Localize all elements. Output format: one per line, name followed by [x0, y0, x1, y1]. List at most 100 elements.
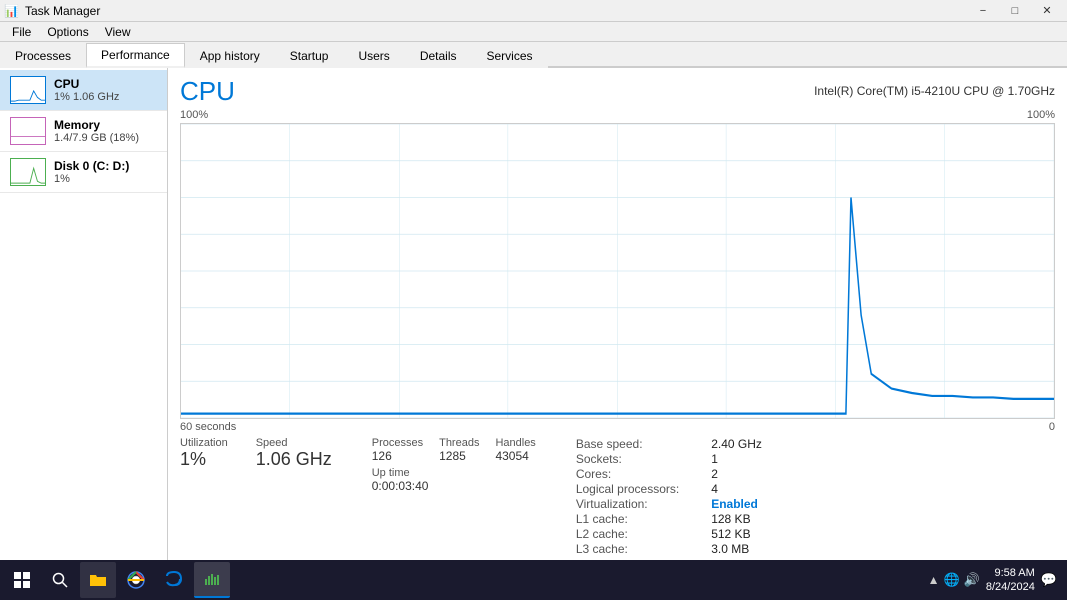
- tab-performance[interactable]: Performance: [86, 43, 185, 68]
- search-button[interactable]: [42, 562, 78, 598]
- sidebar: CPU 1% 1.06 GHz Memory 1.4/7.9 GB (18%): [0, 68, 168, 560]
- utilization-section: Utilization 1%: [180, 437, 228, 470]
- memory-mini-chart: [10, 117, 46, 145]
- title-bar-left: 📊 Task Manager: [4, 4, 100, 18]
- start-button[interactable]: [4, 562, 40, 598]
- virtualization-value: Enabled: [711, 497, 762, 511]
- maximize-button[interactable]: □: [999, 0, 1031, 22]
- speed-label: Speed: [256, 437, 332, 449]
- notification-icon[interactable]: 💬: [1041, 572, 1057, 588]
- sockets-label: Sockets:: [576, 452, 679, 466]
- speed-value: 1.06 GHz: [256, 449, 332, 470]
- processes-section: Processes 126: [372, 437, 423, 463]
- sidebar-disk-text: Disk 0 (C: D:) 1%: [54, 159, 157, 185]
- chrome-button[interactable]: [118, 562, 154, 598]
- l3-cache-label: L3 cache:: [576, 542, 679, 556]
- chart-100-label: 100%: [1027, 109, 1055, 121]
- sockets-value: 1: [711, 452, 762, 466]
- uptime-label: Up time: [372, 467, 536, 479]
- l2-cache-value: 512 KB: [711, 527, 762, 541]
- handles-section: Handles 43054: [495, 437, 535, 463]
- close-button[interactable]: ✕: [1031, 0, 1063, 22]
- taskbar-clock[interactable]: 9:58 AM 8/24/2024: [986, 566, 1035, 595]
- menu-file[interactable]: File: [4, 23, 39, 41]
- menu-options[interactable]: Options: [39, 23, 96, 41]
- speed-section: Speed 1.06 GHz: [256, 437, 332, 470]
- chart-time-label: 60 seconds 0: [180, 421, 1055, 433]
- app-icon: 📊: [4, 4, 19, 18]
- disk-mini-chart: [10, 158, 46, 186]
- sidebar-item-disk[interactable]: Disk 0 (C: D:) 1%: [0, 152, 167, 193]
- clock-time: 9:58 AM: [986, 566, 1035, 580]
- taskbar-left: [4, 562, 230, 598]
- taskbar-system-icons: ▲ 🌐 🔊: [928, 572, 980, 588]
- chevron-up-taskbar-icon[interactable]: ▲: [928, 573, 940, 587]
- cpu-chart: [180, 123, 1055, 419]
- tab-startup[interactable]: Startup: [275, 44, 344, 68]
- logical-processors-value: 4: [711, 482, 762, 496]
- title-bar: 📊 Task Manager − □ ✕: [0, 0, 1067, 22]
- taskbar: ▲ 🌐 🔊 9:58 AM 8/24/2024 💬: [0, 560, 1067, 600]
- tab-bar: Processes Performance App history Startu…: [0, 42, 1067, 68]
- menu-view[interactable]: View: [97, 23, 139, 41]
- uptime-section: Up time 0:00:03:40: [372, 467, 536, 493]
- handles-label: Handles: [495, 437, 535, 449]
- tab-details[interactable]: Details: [405, 44, 472, 68]
- cores-label: Cores:: [576, 467, 679, 481]
- taskmanager-taskbar-button[interactable]: [194, 562, 230, 598]
- l2-cache-label: L2 cache:: [576, 527, 679, 541]
- panel-subtitle: Intel(R) Core(TM) i5-4210U CPU @ 1.70GHz: [814, 84, 1055, 98]
- l1-cache-label: L1 cache:: [576, 512, 679, 526]
- handles-value: 43054: [495, 449, 535, 463]
- network-icon: 🌐: [944, 572, 960, 588]
- chart-label-row: 100% 100%: [180, 109, 1055, 121]
- uptime-value: 0:00:03:40: [372, 479, 536, 493]
- main-content: CPU 1% 1.06 GHz Memory 1.4/7.9 GB (18%): [0, 68, 1067, 560]
- utilization-value: 1%: [180, 449, 228, 470]
- sidebar-item-memory[interactable]: Memory 1.4/7.9 GB (18%): [0, 111, 167, 152]
- stats-area: Utilization 1% Speed 1.06 GHz Processes …: [180, 437, 1055, 556]
- spec-grid: Base speed: 2.40 GHz Sockets: 1 Cores: 2…: [576, 437, 762, 556]
- sidebar-cpu-title: CPU: [54, 77, 157, 91]
- processes-label: Processes: [372, 437, 423, 449]
- tab-processes[interactable]: Processes: [0, 44, 86, 68]
- menu-bar: File Options View: [0, 22, 1067, 42]
- title-bar-controls: − □ ✕: [967, 0, 1063, 22]
- cores-value: 2: [711, 467, 762, 481]
- sidebar-memory-title: Memory: [54, 118, 157, 132]
- tab-services[interactable]: Services: [472, 44, 548, 68]
- sidebar-item-cpu[interactable]: CPU 1% 1.06 GHz: [0, 70, 167, 111]
- process-stats: Processes 126 Threads 1285 Handles 43054…: [372, 437, 536, 493]
- cpu-mini-chart: [10, 76, 46, 104]
- chart-time-left: 60 seconds: [180, 421, 236, 433]
- processes-value: 126: [372, 449, 423, 463]
- file-explorer-button[interactable]: [80, 562, 116, 598]
- logical-processors-label: Logical processors:: [576, 482, 679, 496]
- clock-date: 8/24/2024: [986, 580, 1035, 594]
- threads-value: 1285: [439, 449, 479, 463]
- sidebar-cpu-text: CPU 1% 1.06 GHz: [54, 77, 157, 103]
- chart-time-right: 0: [1049, 421, 1055, 433]
- sidebar-cpu-subtitle: 1% 1.06 GHz: [54, 91, 157, 103]
- base-speed-label: Base speed:: [576, 437, 679, 451]
- panel-header: CPU Intel(R) Core(TM) i5-4210U CPU @ 1.7…: [180, 76, 1055, 107]
- utilization-label: Utilization: [180, 437, 228, 449]
- volume-icon: 🔊: [964, 572, 980, 588]
- virtualization-label: Virtualization:: [576, 497, 679, 511]
- panel-title: CPU: [180, 76, 235, 107]
- sidebar-disk-title: Disk 0 (C: D:): [54, 159, 157, 173]
- l1-cache-value: 128 KB: [711, 512, 762, 526]
- chart-y-label: 100%: [180, 109, 208, 121]
- title-bar-title: Task Manager: [25, 4, 100, 18]
- base-speed-value: 2.40 GHz: [711, 437, 762, 451]
- tab-users[interactable]: Users: [343, 44, 404, 68]
- sidebar-disk-subtitle: 1%: [54, 173, 157, 185]
- edge-button[interactable]: [156, 562, 192, 598]
- minimize-button[interactable]: −: [967, 0, 999, 22]
- threads-label: Threads: [439, 437, 479, 449]
- taskbar-right: ▲ 🌐 🔊 9:58 AM 8/24/2024 💬: [928, 566, 1063, 595]
- tab-app-history[interactable]: App history: [185, 44, 275, 68]
- sidebar-memory-text: Memory 1.4/7.9 GB (18%): [54, 118, 157, 144]
- cpu-panel: CPU Intel(R) Core(TM) i5-4210U CPU @ 1.7…: [168, 68, 1067, 560]
- l3-cache-value: 3.0 MB: [711, 542, 762, 556]
